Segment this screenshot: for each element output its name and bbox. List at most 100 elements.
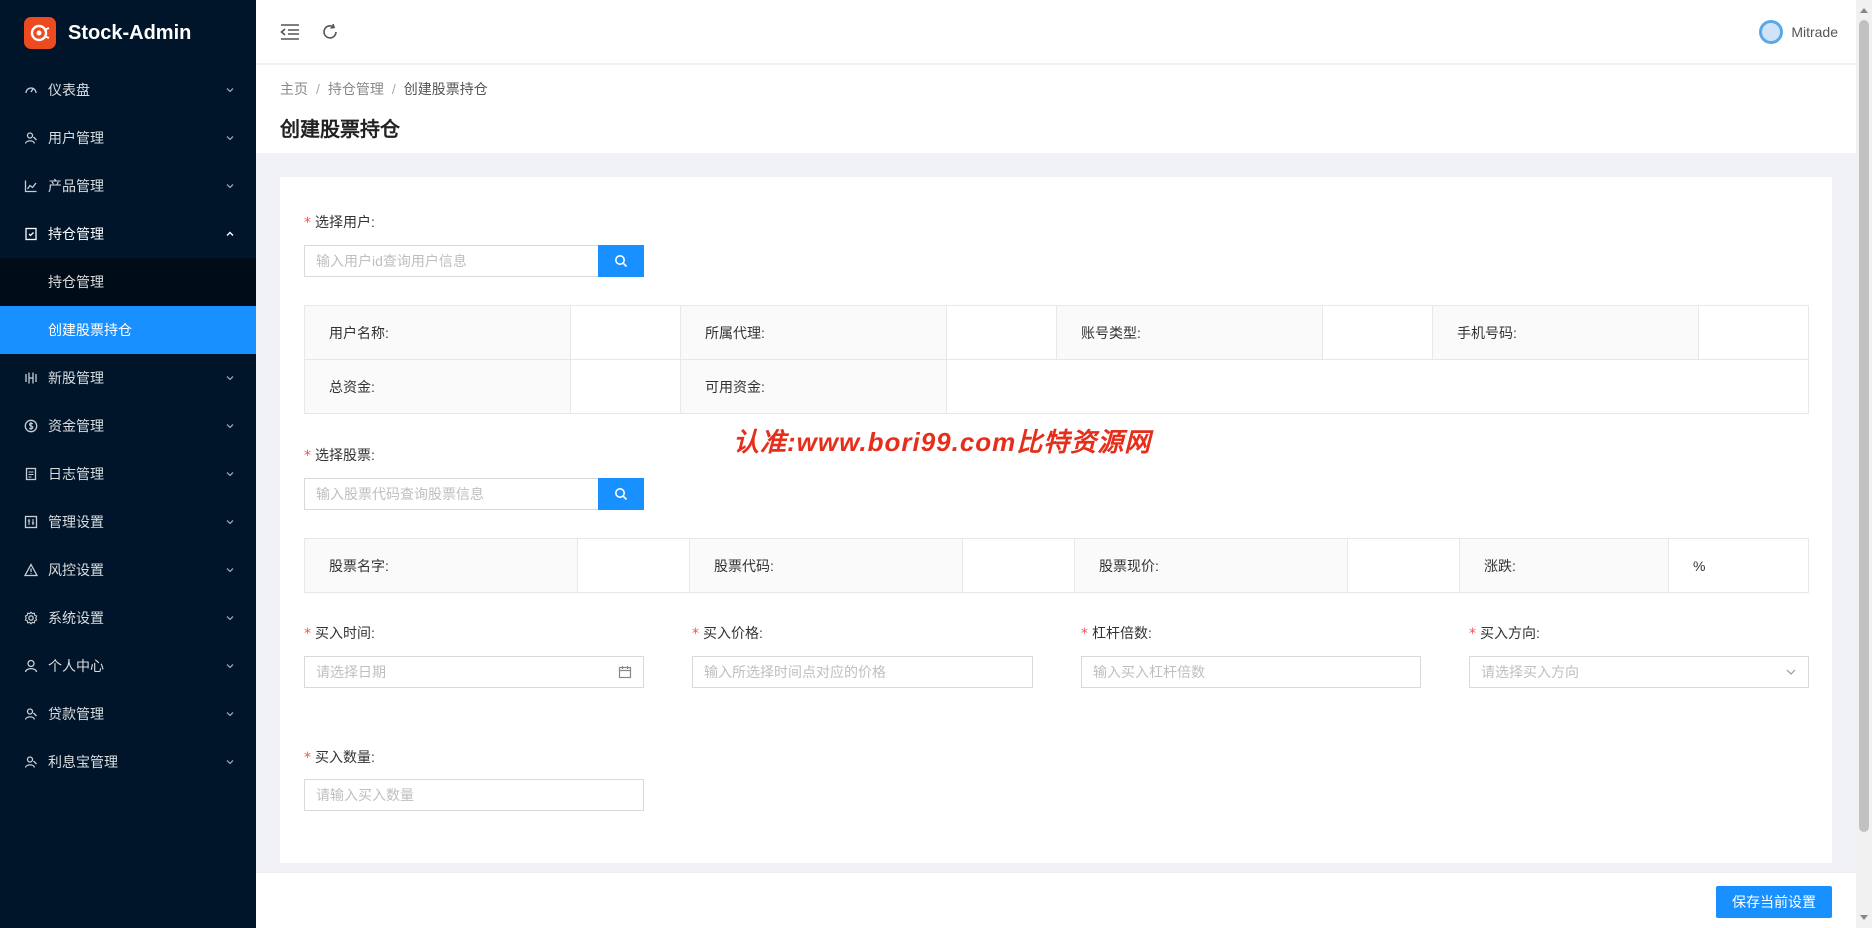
- required-mark: *: [692, 626, 699, 642]
- quantity-input[interactable]: 请输入买入数量: [304, 779, 644, 811]
- table-row: 用户名称: 所属代理: 账号类型: 手机号码:: [304, 305, 1809, 360]
- logo[interactable]: Stock-Admin: [0, 0, 256, 66]
- footer-bar: 保存当前设置: [256, 872, 1856, 928]
- page-title: 创建股票持仓: [280, 119, 400, 141]
- quantity-label: * 买入数量:: [304, 747, 375, 767]
- sidebar-subitem-holdings-list[interactable]: 持仓管理: [0, 258, 256, 306]
- leverage-placeholder: 输入买入杠杆倍数: [1093, 664, 1205, 680]
- calendar-icon: [618, 666, 632, 679]
- required-mark: *: [304, 750, 311, 766]
- menu-fold-icon[interactable]: [278, 20, 302, 44]
- chevron-down-icon: [224, 564, 236, 576]
- account-type-value: [1322, 305, 1433, 360]
- required-mark: *: [304, 626, 311, 642]
- direction-select[interactable]: 请选择买入方向: [1469, 656, 1809, 688]
- available-funds-value: [946, 359, 1809, 414]
- chevron-down-icon: [224, 420, 236, 432]
- stock-name-key: 股票名字:: [304, 538, 578, 593]
- chevron-down-icon: [224, 660, 236, 672]
- scroll-up-arrow[interactable]: [1860, 8, 1868, 13]
- chevron-down-icon: [1786, 669, 1796, 675]
- table-row: 股票名字: 股票代码: 股票现价: 涨跌: %: [304, 538, 1809, 593]
- avatar: [1759, 20, 1784, 44]
- select-stock-label-text: 选择股票:: [315, 447, 375, 463]
- sidebar-item-loans[interactable]: 贷款管理: [0, 690, 256, 738]
- sidebar-item-holdings[interactable]: 持仓管理: [0, 210, 256, 258]
- required-mark: *: [1081, 626, 1088, 642]
- log-icon: [24, 467, 38, 481]
- quantity-placeholder: 请输入买入数量: [316, 787, 414, 803]
- holdings-icon: [24, 227, 38, 241]
- chevron-up-icon: [224, 228, 236, 240]
- interest-icon: [24, 755, 38, 769]
- sidebar-item-label: 系统设置: [48, 610, 104, 626]
- watermark-text: 认准:www.bori99.com比特资源网: [733, 427, 1152, 457]
- direction-label-text: 买入方向:: [1480, 625, 1540, 641]
- leverage-label: * 杠杆倍数:: [1081, 623, 1152, 643]
- select-user-label: * 选择用户:: [304, 212, 375, 232]
- sidebar-item-interest[interactable]: 利息宝管理: [0, 738, 256, 786]
- logo-icon: [24, 17, 56, 49]
- direction-placeholder: 请选择买入方向: [1481, 664, 1579, 680]
- warning-icon: [24, 563, 38, 577]
- leverage-input[interactable]: 输入买入杠杆倍数: [1081, 656, 1421, 688]
- quantity-label-text: 买入数量:: [315, 749, 375, 765]
- stock-change-value: %: [1668, 538, 1809, 593]
- sidebar-item-label: 产品管理: [48, 178, 104, 194]
- scroll-thumb[interactable]: [1859, 20, 1869, 832]
- sidebar-subitem-create-stock-holding[interactable]: 创建股票持仓: [0, 306, 256, 354]
- select-user-label-text: 选择用户:: [315, 214, 375, 230]
- buy-time-date-picker[interactable]: 请选择日期: [304, 656, 644, 688]
- user-search-input[interactable]: 输入用户id查询用户信息: [304, 245, 598, 277]
- user-search-group: 输入用户id查询用户信息: [304, 245, 644, 277]
- stock-price-value: [1347, 538, 1460, 593]
- buy-time-label: * 买入时间:: [304, 623, 375, 643]
- sidebar-item-users[interactable]: 用户管理: [0, 114, 256, 162]
- breadcrumb-separator: /: [391, 81, 396, 97]
- stock-code-value: [962, 538, 1075, 593]
- sidebar-item-system-settings[interactable]: 系统设置: [0, 594, 256, 642]
- search-icon: [615, 488, 628, 501]
- search-icon: [615, 255, 628, 268]
- buy-price-placeholder: 输入所选择时间点对应的价格: [704, 664, 886, 680]
- breadcrumb-parent[interactable]: 持仓管理: [328, 79, 384, 99]
- save-settings-button[interactable]: 保存当前设置: [1716, 886, 1832, 918]
- sidebar-item-label: 个人中心: [48, 658, 104, 674]
- user-search-button[interactable]: [598, 245, 644, 277]
- buy-time-placeholder: 请选择日期: [316, 664, 386, 680]
- sidebar-item-label: 用户管理: [48, 130, 104, 146]
- sidebar-item-personal-center[interactable]: 个人中心: [0, 642, 256, 690]
- breadcrumb: 主页 / 持仓管理 / 创建股票持仓: [280, 79, 1832, 99]
- buy-time-label-text: 买入时间:: [315, 625, 375, 641]
- sidebar: Stock-Admin 仪表盘 用户管理 产品管理 持仓管理 持仓管理 创建股票…: [0, 0, 256, 928]
- sidebar-item-funds[interactable]: 资金管理: [0, 402, 256, 450]
- stock-code-key: 股票代码:: [689, 538, 963, 593]
- sidebar-item-admin-settings[interactable]: 管理设置: [0, 498, 256, 546]
- chevron-down-icon: [224, 180, 236, 192]
- refresh-icon[interactable]: [318, 20, 342, 44]
- sidebar-item-products[interactable]: 产品管理: [0, 162, 256, 210]
- sidebar-item-logs[interactable]: 日志管理: [0, 450, 256, 498]
- page-header: 主页 / 持仓管理 / 创建股票持仓 创建股票持仓: [256, 65, 1856, 153]
- breadcrumb-home[interactable]: 主页: [280, 79, 308, 99]
- stock-price-key: 股票现价:: [1074, 538, 1348, 593]
- sidebar-item-dashboard[interactable]: 仪表盘: [0, 66, 256, 114]
- agent-key: 所属代理:: [680, 305, 947, 360]
- user-info-table: 用户名称: 所属代理: 账号类型: 手机号码: 总资金: 可用资金:: [304, 305, 1809, 414]
- sidebar-item-risk-settings[interactable]: 风控设置: [0, 546, 256, 594]
- sidebar-item-ipo[interactable]: 新股管理: [0, 354, 256, 402]
- phone-value: [1698, 305, 1809, 360]
- sidebar-item-label: 日志管理: [48, 466, 104, 482]
- buy-price-input[interactable]: 输入所选择时间点对应的价格: [692, 656, 1033, 688]
- required-mark: *: [1469, 626, 1476, 642]
- person-icon: [24, 659, 38, 673]
- stock-search-button[interactable]: [598, 478, 644, 510]
- scroll-down-arrow[interactable]: [1860, 915, 1868, 920]
- user-menu[interactable]: Mitrade: [1759, 20, 1838, 44]
- page-scrollbar[interactable]: [1856, 0, 1872, 928]
- stock-search-input[interactable]: 输入股票代码查询股票信息: [304, 478, 598, 510]
- admin-settings-icon: [24, 515, 38, 529]
- breadcrumb-current: 创建股票持仓: [403, 81, 488, 97]
- chevron-down-icon: [224, 516, 236, 528]
- sidebar-item-label: 利息宝管理: [48, 754, 118, 770]
